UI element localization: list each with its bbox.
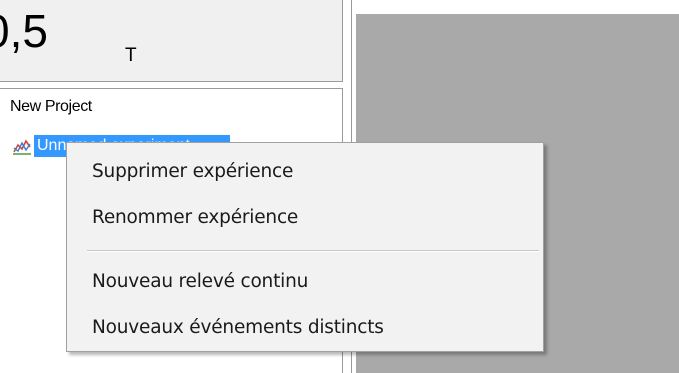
tree-item-project[interactable]: New Project [10, 98, 92, 116]
context-menu: Supprimer expérience Renommer expérience… [66, 142, 544, 352]
menu-separator [87, 250, 539, 252]
value-display: 0,5 T [0, 0, 343, 82]
value-number: 0,5 [0, 5, 48, 57]
experiment-icon [12, 137, 32, 155]
menu-item-new-distinct-events[interactable]: Nouveaux événements distincts [70, 311, 540, 345]
menu-item-new-continuous-reading[interactable]: Nouveau relevé continu [70, 265, 540, 299]
menu-item-delete-experiment[interactable]: Supprimer expérience [70, 155, 540, 189]
value-unit: T [125, 45, 137, 66]
menu-item-rename-experiment[interactable]: Renommer expérience [70, 201, 540, 235]
application-window: 0,5 T New Project Unnamed experiment Sup… [0, 0, 679, 373]
